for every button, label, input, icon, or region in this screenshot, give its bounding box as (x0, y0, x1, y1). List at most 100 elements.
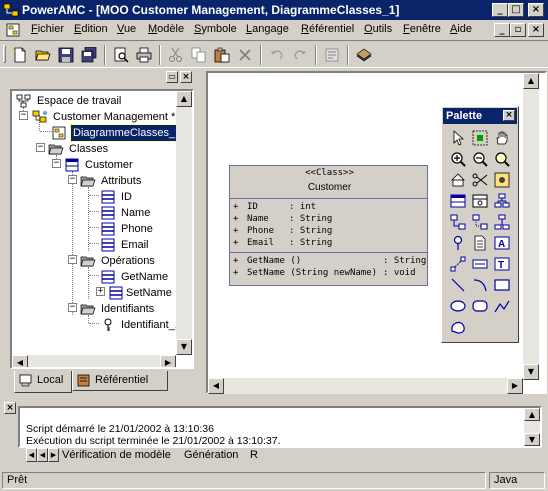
class-symbol-customer[interactable]: <<Class>> Customer + ID : int + Name : S… (229, 165, 428, 286)
tree-item-diagram[interactable]: DiagrammeClasses_1 (52, 124, 192, 142)
palette-close-button[interactable]: × (503, 110, 515, 121)
expand-toggle[interactable]: − (52, 159, 61, 168)
tree-item-operations-folder[interactable]: Opérations (80, 253, 190, 269)
tree-item-model[interactable]: Customer Management * (32, 109, 192, 125)
tree-vertical-scrollbar[interactable]: ▲ ▼ (176, 91, 192, 355)
zoom-tool[interactable] (492, 149, 512, 169)
tab-scroll-next-button[interactable]: ▶ (48, 448, 59, 462)
object-tree[interactable]: Espace de travail − Customer Management … (10, 89, 194, 369)
save-button[interactable] (55, 45, 77, 65)
realization-tool[interactable] (470, 254, 490, 274)
tree-horizontal-scrollbar[interactable]: ◀ ▶ (12, 355, 176, 367)
powerdesigner-app-icon[interactable] (3, 2, 19, 18)
paste-button[interactable] (211, 45, 233, 65)
menu-fenetre[interactable]: Fenêtre (403, 23, 441, 35)
toolbar-grip[interactable] (3, 45, 6, 63)
scroll-up-button[interactable]: ▲ (176, 91, 192, 107)
expand-toggle[interactable]: − (36, 143, 45, 152)
scroll-right-button[interactable]: ▶ (507, 378, 523, 394)
browser-restore-button[interactable]: ▭ (166, 71, 178, 83)
title-bar[interactable]: PowerAMC - [MOO Customer Management, Dia… (0, 0, 548, 20)
zoom-out-tool[interactable] (470, 149, 490, 169)
tab-generation[interactable]: Génération (184, 448, 238, 463)
tab-scroll-first-button[interactable]: ◀ (26, 448, 37, 462)
rectangle-tool[interactable] (492, 275, 512, 295)
scroll-up-button[interactable]: ▲ (523, 73, 539, 89)
association-tool[interactable] (470, 212, 490, 232)
scroll-up-button[interactable]: ▲ (524, 408, 540, 421)
ellipse-tool[interactable] (448, 296, 468, 316)
properties-tool[interactable] (492, 170, 512, 190)
menu-vue[interactable]: Vue (117, 23, 136, 35)
palette-title-bar[interactable]: Palette × (443, 108, 517, 124)
print-button[interactable] (133, 45, 155, 65)
tab-verification-modele[interactable]: Vérification de modèle (62, 448, 171, 463)
undo-button[interactable] (266, 45, 288, 65)
open-button[interactable] (32, 45, 54, 65)
output-log[interactable]: Script démarré le 21/01/2002 à 13:10:36 … (18, 406, 542, 448)
menu-referentiel[interactable]: Référentiel (301, 23, 354, 35)
tab-referentiel[interactable]: Référentiel (72, 371, 168, 391)
line-tool[interactable] (448, 275, 468, 295)
menu-langage[interactable]: Langage (246, 23, 289, 35)
diagram-vertical-scrollbar[interactable]: ▲ ▼ (523, 73, 539, 380)
zoom-in-tool[interactable] (448, 149, 468, 169)
pointer-tool[interactable] (448, 128, 468, 148)
dependency-tool[interactable] (448, 254, 468, 274)
diagram-horizontal-scrollbar[interactable]: ◀ ▶ (208, 378, 523, 394)
package-tool[interactable] (492, 191, 512, 211)
text-tool[interactable]: A (492, 233, 512, 253)
maximize-button[interactable]: □ (508, 3, 524, 17)
scroll-left-button[interactable]: ◀ (208, 378, 224, 394)
package-up-tool[interactable] (448, 170, 468, 190)
save-all-button[interactable] (78, 45, 100, 65)
copy-button[interactable] (188, 45, 210, 65)
generalization-tool[interactable] (448, 212, 468, 232)
expand-toggle[interactable]: − (19, 111, 28, 120)
library-button[interactable] (353, 45, 375, 65)
tab-r[interactable]: R (250, 448, 258, 463)
cut-button[interactable] (165, 45, 187, 65)
lasso-tool[interactable] (470, 128, 490, 148)
class-operation-row[interactable]: + SetName (String newName) : void (233, 268, 425, 280)
class-attribute-row[interactable]: + ID : int (233, 202, 425, 214)
file-tool[interactable] (470, 233, 490, 253)
tree-item-class-customer[interactable]: Customer (64, 157, 184, 173)
polygon-tool[interactable] (448, 317, 468, 337)
class-attribute-row[interactable]: + Phone : String (233, 226, 425, 238)
output-close-button[interactable]: × (4, 402, 16, 414)
scroll-down-button[interactable]: ▼ (524, 433, 540, 446)
scroll-right-button[interactable]: ▶ (160, 355, 176, 367)
expand-toggle[interactable]: − (68, 255, 77, 264)
print-preview-button[interactable] (110, 45, 132, 65)
properties-button[interactable] (321, 45, 343, 65)
arc-tool[interactable] (470, 275, 490, 295)
redo-button[interactable] (289, 45, 311, 65)
rounded-rect-tool[interactable] (470, 296, 490, 316)
expand-toggle[interactable]: − (68, 303, 77, 312)
tab-local[interactable]: Local (14, 371, 72, 393)
delete-button[interactable] (234, 45, 256, 65)
new-button[interactable] (9, 45, 31, 65)
tree-item-identifiers-folder[interactable]: Identifiants (80, 301, 190, 317)
tree-item-attributes-folder[interactable]: Attributs (80, 173, 190, 189)
link-tool[interactable] (492, 212, 512, 232)
document-close-button[interactable]: × (528, 23, 544, 37)
cut-tool[interactable] (470, 170, 490, 190)
scroll-down-button[interactable]: ▼ (523, 364, 539, 380)
menu-modele[interactable]: Modèle (148, 23, 184, 35)
minimize-button[interactable]: _ (492, 3, 508, 17)
menu-outils[interactable]: Outils (364, 23, 392, 35)
scroll-down-button[interactable]: ▼ (176, 339, 192, 355)
menu-aide[interactable]: Aide (450, 23, 472, 35)
require-link-tool[interactable] (448, 233, 468, 253)
browser-close-button[interactable]: × (180, 71, 192, 83)
class-attribute-row[interactable]: + Name : String (233, 214, 425, 226)
document-restore-button[interactable]: ▫ (510, 23, 526, 37)
text-box-tool[interactable]: T (492, 254, 512, 274)
menu-symbole[interactable]: Symbole (194, 23, 237, 35)
tree-item-workspace[interactable]: Espace de travail (16, 93, 186, 109)
tree-item-classes-folder[interactable]: Classes (48, 141, 188, 157)
tab-scroll-prev-button[interactable]: ◀ (37, 448, 48, 462)
scroll-left-button[interactable]: ◀ (12, 355, 28, 367)
